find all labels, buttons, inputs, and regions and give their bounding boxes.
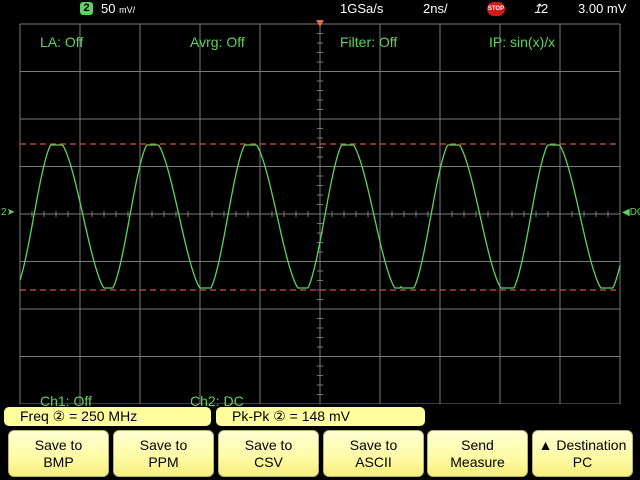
softkey-label-line2: PC [572,454,593,470]
vertical-scale-value: 50 [101,1,116,16]
timebase: 2ns/ [423,1,448,16]
interpolation-status: IP: sin(x)/x [489,34,556,50]
status-bar: 2 50 mV/ 1GSa/s 2ns/ STOP ↥ 2 3.00 mV [0,0,640,18]
softkey-label-line1: ▲ Destination [538,437,627,453]
softkey-label-line1: Save to [244,437,293,453]
marker-arrow-icon: ➤ [6,207,15,218]
trigger-source: 2 [541,1,549,16]
softkey-label-line1: Save to [139,437,188,453]
softkey-label-line1: Send [461,437,494,453]
softkey-label-line2: BMP [43,454,74,470]
send-measure-button[interactable]: Send Measure [427,430,528,477]
softkey-label-line1: Save to [349,437,398,453]
trigger-level: 3.00 mV [578,1,627,16]
trigger-level-marker: ◀DC [622,207,640,218]
peak-to-peak-measurement: Pk-Pk ② = 148 mV [216,407,425,426]
vertical-scale-unit: mV/ [119,5,136,15]
stop-icon: STOP [487,2,505,16]
trigger-marker-arrow-icon: ◀ [622,207,630,218]
average-status: Avrg: Off [190,34,245,50]
channel2-ground-marker: 2➤ [1,207,15,218]
destination-button[interactable]: ▲ Destination PC [532,430,633,477]
filter-status: Filter: Off [340,34,398,50]
trigger-marker-label: DC [629,207,640,218]
save-ppm-button[interactable]: Save to PPM [113,430,214,477]
softkey-label-line2: PPM [148,454,179,470]
save-ascii-button[interactable]: Save to ASCII [323,430,424,477]
sample-rate: 1GSa/s [340,1,384,16]
softkey-bar: Save to BMP Save to PPM Save to CSV Save… [0,428,640,480]
save-bmp-button[interactable]: Save to BMP [8,430,109,477]
softkey-label-line2: CSV [254,454,283,470]
graticule [19,20,621,404]
softkey-label-line1: Save to [34,437,83,453]
frequency-measurement: Freq ② = 250 MHz [4,407,211,426]
softkey-label-line2: Measure [450,454,505,470]
vertical-scale: 50 mV/ [101,1,135,16]
save-csv-button[interactable]: Save to CSV [218,430,319,477]
channel-badge: 2 [80,2,93,15]
la-status: LA: Off [40,34,84,50]
softkey-label-line2: ASCII [355,454,392,470]
waveform-display[interactable] [0,18,640,404]
